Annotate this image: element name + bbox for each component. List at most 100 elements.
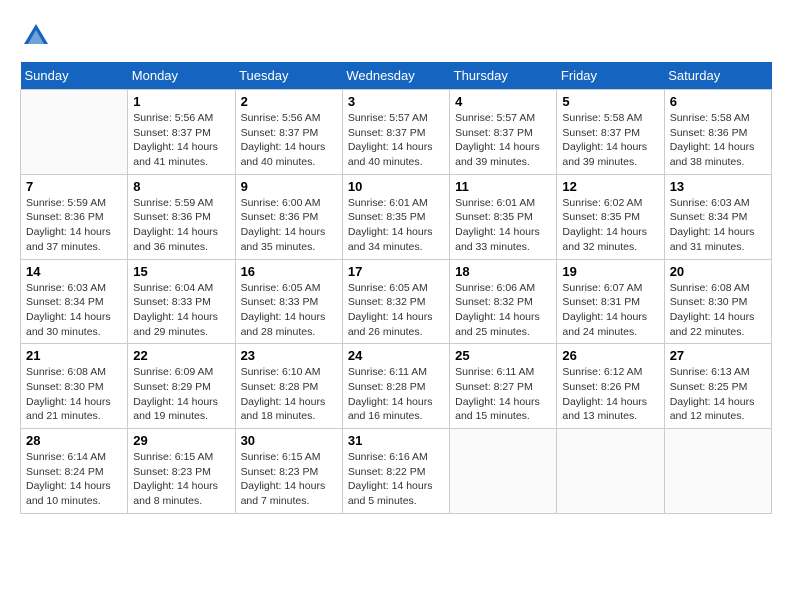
- cell-info: Sunrise: 6:03 AM Sunset: 8:34 PM Dayligh…: [26, 281, 122, 340]
- day-number: 21: [26, 348, 122, 363]
- day-number: 2: [241, 94, 337, 109]
- cell-info: Sunrise: 6:07 AM Sunset: 8:31 PM Dayligh…: [562, 281, 658, 340]
- calendar-week-row: 28 Sunrise: 6:14 AM Sunset: 8:24 PM Dayl…: [21, 429, 772, 514]
- sunrise: Sunrise: 6:11 AM: [455, 366, 534, 378]
- day-number: 28: [26, 433, 122, 448]
- cell-info: Sunrise: 5:58 AM Sunset: 8:37 PM Dayligh…: [562, 111, 658, 170]
- daylight: Daylight: 14 hours and 39 minutes.: [562, 141, 647, 168]
- daylight: Daylight: 14 hours and 15 minutes.: [455, 396, 540, 423]
- sunrise: Sunrise: 6:02 AM: [562, 197, 642, 209]
- calendar-cell: 14 Sunrise: 6:03 AM Sunset: 8:34 PM Dayl…: [21, 259, 128, 344]
- cell-info: Sunrise: 5:57 AM Sunset: 8:37 PM Dayligh…: [348, 111, 444, 170]
- calendar-cell: 4 Sunrise: 5:57 AM Sunset: 8:37 PM Dayli…: [450, 90, 557, 175]
- sunset: Sunset: 8:30 PM: [26, 381, 104, 393]
- daylight: Daylight: 14 hours and 33 minutes.: [455, 226, 540, 253]
- sunset: Sunset: 8:33 PM: [133, 296, 211, 308]
- sunset: Sunset: 8:32 PM: [348, 296, 426, 308]
- sunrise: Sunrise: 6:01 AM: [348, 197, 428, 209]
- sunrise: Sunrise: 6:13 AM: [670, 366, 750, 378]
- day-number: 20: [670, 264, 766, 279]
- sunrise: Sunrise: 6:05 AM: [348, 282, 428, 294]
- day-number: 19: [562, 264, 658, 279]
- day-number: 16: [241, 264, 337, 279]
- cell-info: Sunrise: 6:09 AM Sunset: 8:29 PM Dayligh…: [133, 365, 229, 424]
- calendar-cell: 2 Sunrise: 5:56 AM Sunset: 8:37 PM Dayli…: [235, 90, 342, 175]
- sunset: Sunset: 8:23 PM: [241, 466, 319, 478]
- sunrise: Sunrise: 5:58 AM: [562, 112, 642, 124]
- weekday-header: Friday: [557, 62, 664, 90]
- cell-info: Sunrise: 6:11 AM Sunset: 8:28 PM Dayligh…: [348, 365, 444, 424]
- sunrise: Sunrise: 5:59 AM: [133, 197, 213, 209]
- weekday-header: Monday: [128, 62, 235, 90]
- sunrise: Sunrise: 5:56 AM: [133, 112, 213, 124]
- sunset: Sunset: 8:36 PM: [133, 211, 211, 223]
- sunset: Sunset: 8:24 PM: [26, 466, 104, 478]
- sunrise: Sunrise: 5:58 AM: [670, 112, 750, 124]
- calendar-week-row: 7 Sunrise: 5:59 AM Sunset: 8:36 PM Dayli…: [21, 174, 772, 259]
- daylight: Daylight: 14 hours and 10 minutes.: [26, 480, 111, 507]
- sunrise: Sunrise: 6:07 AM: [562, 282, 642, 294]
- sunrise: Sunrise: 6:04 AM: [133, 282, 213, 294]
- day-number: 15: [133, 264, 229, 279]
- day-number: 18: [455, 264, 551, 279]
- cell-info: Sunrise: 6:13 AM Sunset: 8:25 PM Dayligh…: [670, 365, 766, 424]
- sunset: Sunset: 8:30 PM: [670, 296, 748, 308]
- sunrise: Sunrise: 5:56 AM: [241, 112, 321, 124]
- daylight: Daylight: 14 hours and 22 minutes.: [670, 311, 755, 338]
- calendar-cell: 28 Sunrise: 6:14 AM Sunset: 8:24 PM Dayl…: [21, 429, 128, 514]
- sunrise: Sunrise: 6:16 AM: [348, 451, 428, 463]
- daylight: Daylight: 14 hours and 38 minutes.: [670, 141, 755, 168]
- weekday-header: Wednesday: [342, 62, 449, 90]
- day-number: 31: [348, 433, 444, 448]
- sunset: Sunset: 8:28 PM: [348, 381, 426, 393]
- sunset: Sunset: 8:33 PM: [241, 296, 319, 308]
- sunrise: Sunrise: 6:10 AM: [241, 366, 321, 378]
- sunrise: Sunrise: 6:09 AM: [133, 366, 213, 378]
- calendar-cell: 27 Sunrise: 6:13 AM Sunset: 8:25 PM Dayl…: [664, 344, 771, 429]
- calendar-cell: 6 Sunrise: 5:58 AM Sunset: 8:36 PM Dayli…: [664, 90, 771, 175]
- daylight: Daylight: 14 hours and 31 minutes.: [670, 226, 755, 253]
- day-number: 7: [26, 179, 122, 194]
- cell-info: Sunrise: 6:15 AM Sunset: 8:23 PM Dayligh…: [241, 450, 337, 509]
- day-number: 14: [26, 264, 122, 279]
- sunset: Sunset: 8:25 PM: [670, 381, 748, 393]
- calendar-cell: 10 Sunrise: 6:01 AM Sunset: 8:35 PM Dayl…: [342, 174, 449, 259]
- calendar-cell: 19 Sunrise: 6:07 AM Sunset: 8:31 PM Dayl…: [557, 259, 664, 344]
- sunset: Sunset: 8:35 PM: [455, 211, 533, 223]
- calendar-cell: 29 Sunrise: 6:15 AM Sunset: 8:23 PM Dayl…: [128, 429, 235, 514]
- sunrise: Sunrise: 6:05 AM: [241, 282, 321, 294]
- sunrise: Sunrise: 5:59 AM: [26, 197, 106, 209]
- sunset: Sunset: 8:31 PM: [562, 296, 640, 308]
- sunset: Sunset: 8:37 PM: [455, 127, 533, 139]
- day-number: 1: [133, 94, 229, 109]
- daylight: Daylight: 14 hours and 39 minutes.: [455, 141, 540, 168]
- calendar-cell: 12 Sunrise: 6:02 AM Sunset: 8:35 PM Dayl…: [557, 174, 664, 259]
- cell-info: Sunrise: 6:01 AM Sunset: 8:35 PM Dayligh…: [455, 196, 551, 255]
- daylight: Daylight: 14 hours and 37 minutes.: [26, 226, 111, 253]
- daylight: Daylight: 14 hours and 5 minutes.: [348, 480, 433, 507]
- day-number: 3: [348, 94, 444, 109]
- sunrise: Sunrise: 6:06 AM: [455, 282, 535, 294]
- daylight: Daylight: 14 hours and 36 minutes.: [133, 226, 218, 253]
- cell-info: Sunrise: 6:04 AM Sunset: 8:33 PM Dayligh…: [133, 281, 229, 340]
- logo: [20, 20, 56, 52]
- day-number: 26: [562, 348, 658, 363]
- cell-info: Sunrise: 6:05 AM Sunset: 8:33 PM Dayligh…: [241, 281, 337, 340]
- daylight: Daylight: 14 hours and 13 minutes.: [562, 396, 647, 423]
- weekday-header: Sunday: [21, 62, 128, 90]
- calendar-cell: 31 Sunrise: 6:16 AM Sunset: 8:22 PM Dayl…: [342, 429, 449, 514]
- day-number: 4: [455, 94, 551, 109]
- daylight: Daylight: 14 hours and 32 minutes.: [562, 226, 647, 253]
- calendar-cell: 18 Sunrise: 6:06 AM Sunset: 8:32 PM Dayl…: [450, 259, 557, 344]
- cell-info: Sunrise: 5:57 AM Sunset: 8:37 PM Dayligh…: [455, 111, 551, 170]
- calendar-cell: 25 Sunrise: 6:11 AM Sunset: 8:27 PM Dayl…: [450, 344, 557, 429]
- sunset: Sunset: 8:35 PM: [562, 211, 640, 223]
- cell-info: Sunrise: 6:05 AM Sunset: 8:32 PM Dayligh…: [348, 281, 444, 340]
- daylight: Daylight: 14 hours and 41 minutes.: [133, 141, 218, 168]
- sunrise: Sunrise: 6:08 AM: [26, 366, 106, 378]
- sunset: Sunset: 8:22 PM: [348, 466, 426, 478]
- weekday-header: Saturday: [664, 62, 771, 90]
- daylight: Daylight: 14 hours and 26 minutes.: [348, 311, 433, 338]
- weekday-header: Tuesday: [235, 62, 342, 90]
- calendar-cell: 9 Sunrise: 6:00 AM Sunset: 8:36 PM Dayli…: [235, 174, 342, 259]
